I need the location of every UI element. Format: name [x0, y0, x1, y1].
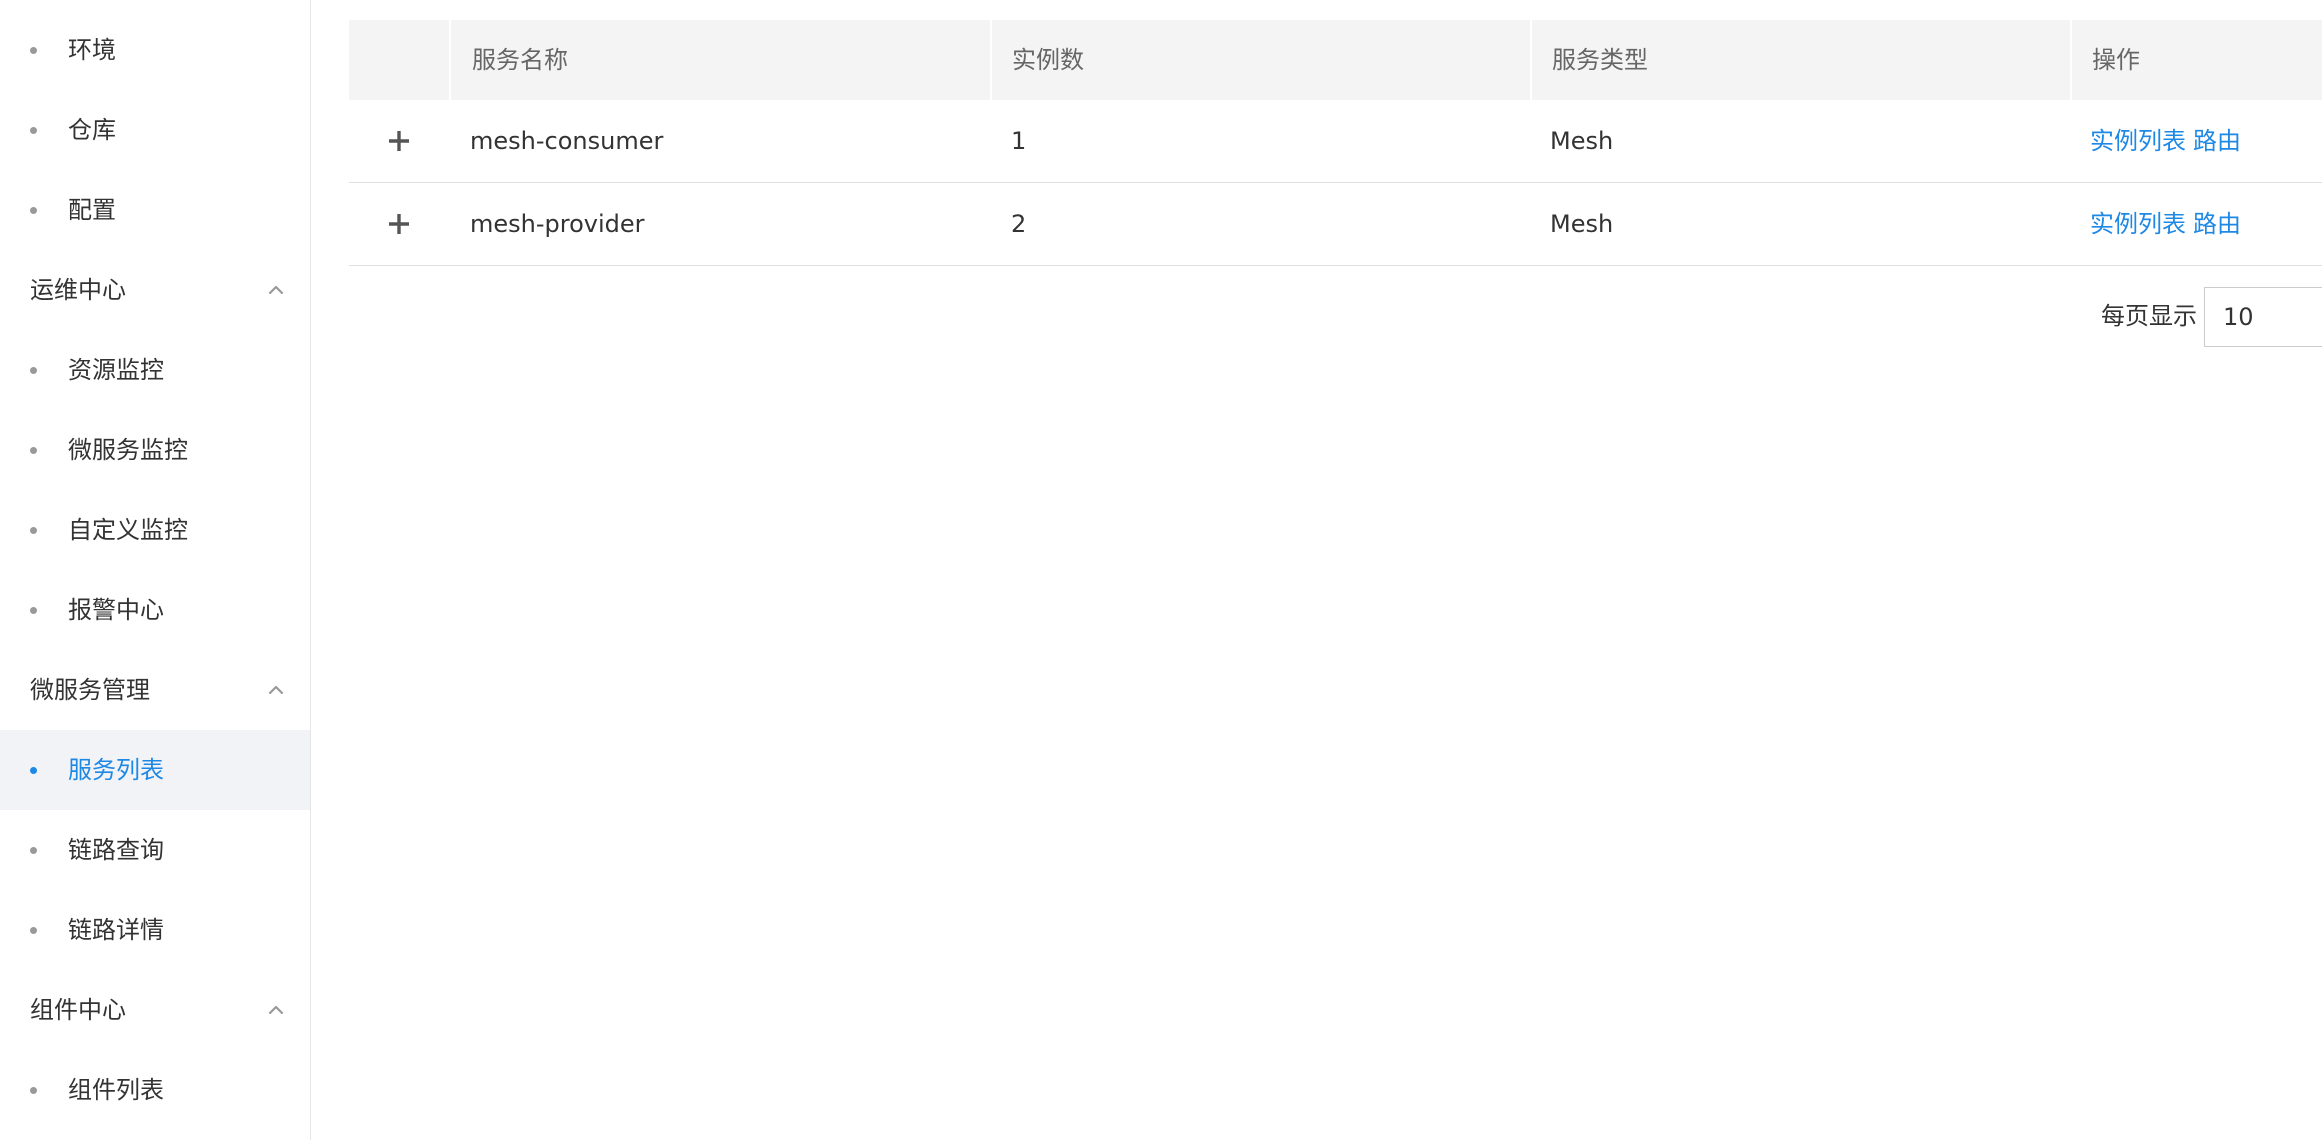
sidebar-item-label: 链路查询: [68, 836, 164, 864]
column-divider: [2070, 20, 2072, 100]
dot-icon: [30, 1087, 37, 1094]
dot-icon: [30, 767, 37, 774]
sidebar-item-service-list[interactable]: 服务列表: [0, 730, 310, 810]
sidebar-item-environment[interactable]: 环境: [0, 10, 310, 90]
dot-icon: [30, 127, 37, 134]
sidebar-item-label: 仓库: [68, 116, 116, 144]
sidebar-group-microservice-mgmt[interactable]: 微服务管理: [0, 650, 310, 730]
cell-service-type: Mesh: [1550, 210, 1614, 238]
sidebar-item-label: 资源监控: [68, 356, 164, 384]
sidebar-item-label: 微服务监控: [68, 436, 188, 464]
sidebar-group-label: 微服务管理: [30, 676, 150, 704]
page-size-input[interactable]: [2204, 287, 2322, 347]
column-divider: [990, 20, 992, 100]
dot-icon: [30, 527, 37, 534]
instance-list-link[interactable]: 实例列表: [2090, 100, 2186, 182]
page-size-label: 每页显示: [2101, 302, 2197, 330]
column-header-service-name[interactable]: 服务名称: [472, 20, 568, 100]
sidebar-item-label: 环境: [68, 36, 116, 64]
sidebar-item-trace-detail[interactable]: 链路详情: [0, 890, 310, 970]
chevron-up-icon: [268, 685, 284, 695]
sidebar-group-label: 运维中心: [30, 276, 126, 304]
dot-icon: [30, 927, 37, 934]
sidebar-item-trace-query[interactable]: 链路查询: [0, 810, 310, 890]
table-row: mesh-consumer 1 Mesh 实例列表 路由: [349, 100, 2322, 183]
sidebar-item-config[interactable]: 配置: [0, 170, 310, 250]
dot-icon: [30, 47, 37, 54]
sidebar-item-label: 报警中心: [68, 596, 164, 624]
cell-service-name: mesh-provider: [470, 210, 645, 238]
column-divider: [1530, 20, 1532, 100]
dot-icon: [30, 847, 37, 854]
route-link[interactable]: 路由: [2193, 100, 2241, 182]
sidebar: 环境 仓库 配置 运维中心 资源监控 微服务监控 自定义监控 报警中心 微服务管…: [0, 0, 311, 1140]
dot-icon: [30, 607, 37, 614]
sidebar-item-resource-monitor[interactable]: 资源监控: [0, 330, 310, 410]
sidebar-item-label: 组件列表: [68, 1076, 164, 1104]
sidebar-item-label: 配置: [68, 196, 116, 224]
plus-icon[interactable]: [387, 129, 411, 153]
table-header: 服务名称 实例数 服务类型 操作: [349, 20, 2322, 100]
chevron-up-icon: [268, 1005, 284, 1015]
column-header-instances[interactable]: 实例数: [1012, 20, 1084, 100]
column-divider: [449, 20, 451, 100]
table-row: mesh-provider 2 Mesh 实例列表 路由: [349, 183, 2322, 266]
plus-icon[interactable]: [387, 212, 411, 236]
sidebar-item-label: 自定义监控: [68, 516, 188, 544]
sidebar-item-alert-center[interactable]: 报警中心: [0, 570, 310, 650]
cell-service-type: Mesh: [1550, 127, 1614, 155]
cell-instances: 2: [1011, 210, 1027, 238]
sidebar-group-ops-center[interactable]: 运维中心: [0, 250, 310, 330]
column-header-actions: 操作: [2092, 46, 2140, 74]
chevron-up-icon: [268, 285, 284, 295]
main-content: 服务名称 实例数 服务类型 操作 mesh-consumer 1 Mesh 实例…: [349, 0, 2322, 1140]
instance-list-link[interactable]: 实例列表: [2090, 183, 2186, 265]
sidebar-item-component-list[interactable]: 组件列表: [0, 1050, 310, 1130]
sidebar-item-label: 链路详情: [68, 916, 164, 944]
sidebar-item-repository[interactable]: 仓库: [0, 90, 310, 170]
sidebar-item-custom-monitor[interactable]: 自定义监控: [0, 490, 310, 570]
sidebar-item-microservice-monitor[interactable]: 微服务监控: [0, 410, 310, 490]
route-link[interactable]: 路由: [2193, 183, 2241, 265]
sidebar-item-label: 服务列表: [68, 756, 164, 784]
dot-icon: [30, 367, 37, 374]
cell-instances: 1: [1011, 127, 1027, 155]
dot-icon: [30, 447, 37, 454]
cell-service-name: mesh-consumer: [470, 127, 664, 155]
sidebar-group-component-center[interactable]: 组件中心: [0, 970, 310, 1050]
dot-icon: [30, 207, 37, 214]
column-header-service-type[interactable]: 服务类型: [1552, 20, 1648, 100]
sidebar-group-label: 组件中心: [30, 996, 126, 1024]
